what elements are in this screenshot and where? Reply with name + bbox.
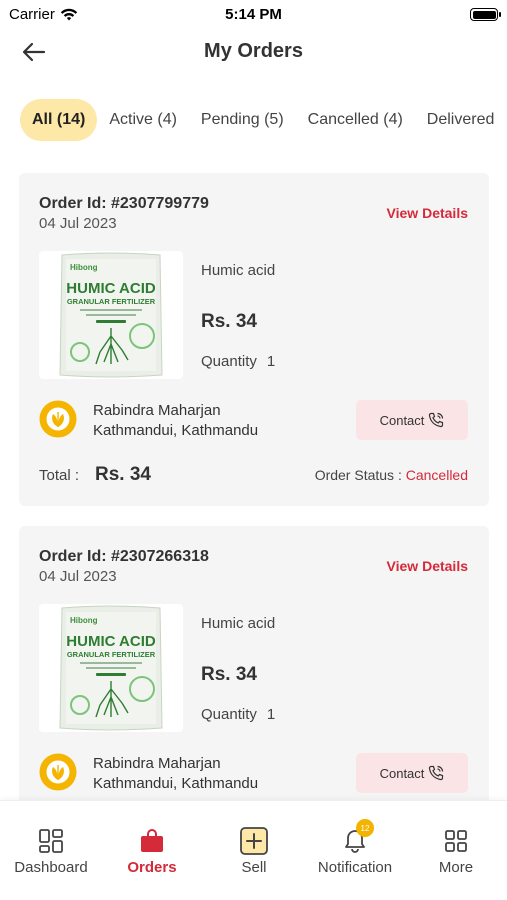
order-status: Order Status : Cancelled <box>315 467 468 483</box>
seller-name: Rabindra Maharjan <box>93 402 221 419</box>
nav-sell-label: Sell <box>241 859 267 876</box>
tab-delivered[interactable]: Delivered <box>415 99 507 141</box>
quantity-label: Quantity <box>201 706 257 723</box>
app-header: My Orders <box>0 30 507 74</box>
product-name: Humic acid <box>201 615 276 632</box>
seller-avatar <box>39 753 77 791</box>
order-id: Order Id: #2307799779 <box>39 195 209 212</box>
nav-more[interactable]: More <box>406 827 506 877</box>
quantity-row: Quantity 1 <box>201 706 275 723</box>
seller-logo-icon <box>39 753 77 791</box>
quantity-value: 1 <box>266 353 276 370</box>
nav-dashboard[interactable]: Dashboard <box>1 827 101 877</box>
notification-badge: 12 <box>356 819 374 837</box>
seller-location: Kathmandui, Kathmandu <box>93 775 259 792</box>
order-id: Order Id: #2307266318 <box>39 548 209 565</box>
nav-dashboard-label: Dashboard <box>14 859 88 876</box>
contact-button[interactable]: Contact <box>356 753 468 793</box>
product-name: Humic acid <box>201 262 276 279</box>
page-title: My Orders <box>204 40 303 62</box>
total-value: Rs. 34 <box>95 464 151 485</box>
tab-pending[interactable]: Pending (5) <box>189 99 296 141</box>
plus-square-icon <box>239 827 269 855</box>
shopping-bag-icon <box>137 827 167 855</box>
product-price: Rs. 34 <box>201 311 257 332</box>
fertilizer-bag-image: Hibong HUMIC ACID GRANULAR FERTILIZER <box>59 252 163 378</box>
quantity-label: Quantity <box>201 353 257 370</box>
product-price: Rs. 34 <box>201 664 257 685</box>
svg-text:Hibong: Hibong <box>70 616 98 625</box>
svg-text:Hibong: Hibong <box>70 263 98 272</box>
seller-avatar <box>39 400 77 438</box>
svg-text:HUMIC ACID: HUMIC ACID <box>66 633 156 650</box>
bottom-nav: Dashboard Orders Sell 12 Notification Mo… <box>0 800 507 900</box>
tab-all[interactable]: All (14) <box>20 99 98 141</box>
svg-text:GRANULAR FERTILIZER: GRANULAR FERTILIZER <box>67 650 156 659</box>
seller-logo-icon <box>39 400 77 438</box>
bell-icon: 12 <box>340 819 374 855</box>
status-time: 5:14 PM <box>225 6 282 23</box>
phone-call-icon <box>429 412 444 428</box>
battery-icon <box>470 8 501 21</box>
total-label: Total : <box>39 467 80 484</box>
order-card: Order Id: #2307799779 04 Jul 2023 View D… <box>19 173 489 506</box>
status-bar: Carrier 5:14 PM <box>0 0 507 30</box>
nav-notification-label: Notification <box>317 859 393 876</box>
grid-icon <box>441 827 471 855</box>
view-details-link[interactable]: View Details <box>387 205 468 221</box>
nav-notification[interactable]: 12 Notification <box>305 819 405 877</box>
order-status-label: Order Status : <box>314 467 402 483</box>
nav-sell[interactable]: Sell <box>204 827 304 877</box>
view-details-link[interactable]: View Details <box>387 558 468 574</box>
product-image: Hibong HUMIC ACID GRANULAR FERTILIZER <box>39 251 183 379</box>
seller-name: Rabindra Maharjan <box>93 755 221 772</box>
order-status-value: Cancelled <box>405 467 468 483</box>
svg-text:HUMIC ACID: HUMIC ACID <box>66 280 156 297</box>
svg-text:GRANULAR FERTILIZER: GRANULAR FERTILIZER <box>67 297 156 306</box>
order-date: 04 Jul 2023 <box>39 568 117 585</box>
seller-location: Kathmandui, Kathmandu <box>93 422 259 439</box>
nav-orders[interactable]: Orders <box>102 827 202 877</box>
fertilizer-bag-image: Hibong HUMIC ACID GRANULAR FERTILIZER <box>59 605 163 731</box>
quantity-value: 1 <box>266 706 276 723</box>
phone-call-icon <box>429 765 444 781</box>
quantity-row: Quantity 1 <box>201 353 275 370</box>
contact-button[interactable]: Contact <box>356 400 468 440</box>
product-image: Hibong HUMIC ACID GRANULAR FERTILIZER <box>39 604 183 732</box>
contact-label: Contact <box>379 765 425 781</box>
orders-list: Order Id: #2307799779 04 Jul 2023 View D… <box>19 173 489 879</box>
contact-label: Contact <box>379 412 425 428</box>
tab-cancelled[interactable]: Cancelled (4) <box>296 99 415 141</box>
order-filter-tabs: All (14) Active (4) Pending (5) Cancelle… <box>20 99 506 141</box>
tab-active[interactable]: Active (4) <box>97 99 189 141</box>
nav-orders-label: Orders <box>127 859 177 876</box>
nav-more-label: More <box>438 859 474 876</box>
dashboard-icon <box>36 827 66 855</box>
order-date: 04 Jul 2023 <box>39 215 117 232</box>
